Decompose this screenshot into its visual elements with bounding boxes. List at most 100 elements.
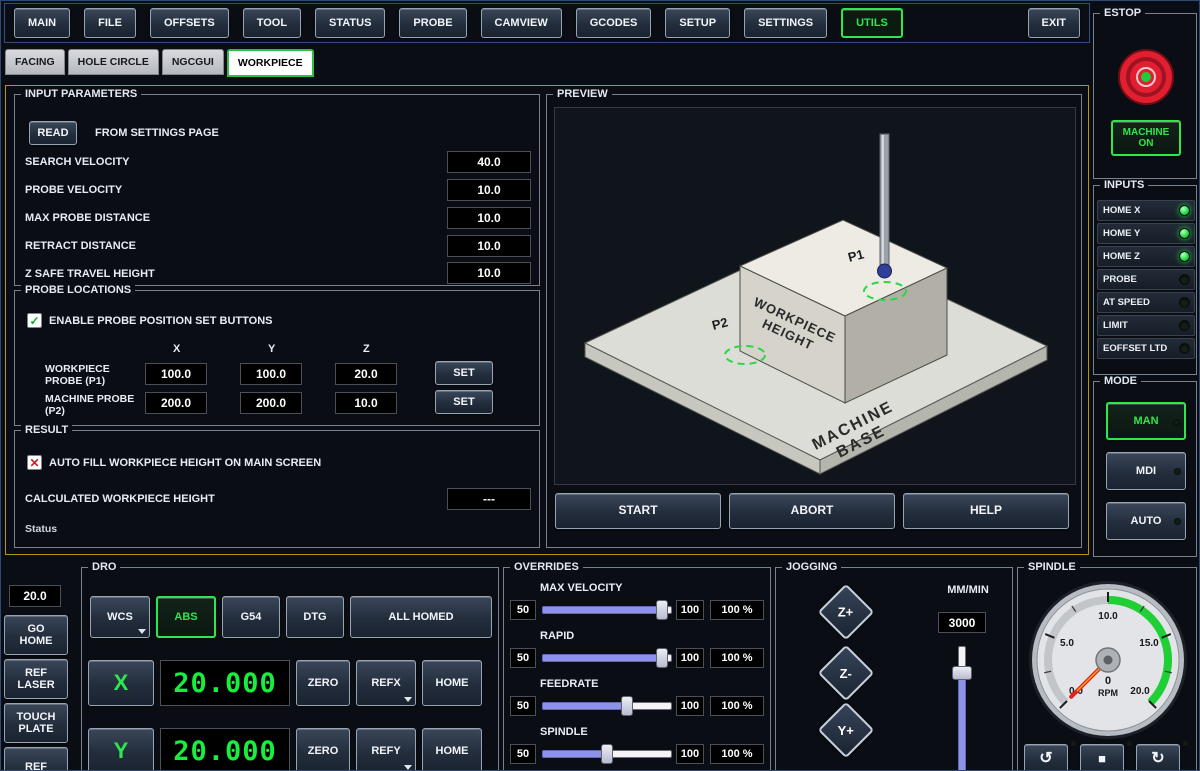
ref-y-button[interactable]: REFY xyxy=(356,728,416,771)
home-x-button[interactable]: HOME xyxy=(422,660,482,706)
rapid-readout: 100 % xyxy=(710,648,764,668)
ref-button[interactable]: REF xyxy=(4,747,68,771)
enable-set-buttons-checkbox[interactable]: ✓ xyxy=(27,313,42,328)
help-button[interactable]: HELP xyxy=(903,493,1069,529)
spindle-slider[interactable] xyxy=(542,744,672,764)
jog-z-minus-button[interactable]: Z- xyxy=(818,645,875,702)
ref-x-button[interactable]: REFX xyxy=(356,660,416,706)
slider-handle[interactable] xyxy=(601,744,613,764)
spindle-ccw-button[interactable]: ↺ xyxy=(1024,744,1068,771)
axis-x-button[interactable]: X xyxy=(88,660,154,706)
home-y-button[interactable]: HOME xyxy=(422,728,482,771)
input-label: EOFFSET LTD xyxy=(1103,343,1167,354)
nav-main[interactable]: MAIN xyxy=(14,8,70,38)
feedrate-max-button[interactable]: 100 xyxy=(676,696,704,716)
spindle-min-button[interactable]: 50 xyxy=(510,744,536,764)
nav-setup[interactable]: SETUP xyxy=(665,8,730,38)
nav-tool[interactable]: TOOL xyxy=(243,8,301,38)
jog-z-plus-button[interactable]: Z+ xyxy=(818,584,875,641)
exit-button[interactable]: EXIT xyxy=(1028,8,1080,38)
calculated-height-label: CALCULATED WORKPIECE HEIGHT xyxy=(25,493,215,506)
mode-mdi-button[interactable]: MDI xyxy=(1106,452,1186,490)
estop-button[interactable] xyxy=(1117,48,1175,106)
p2-x-field[interactable]: 200.0 xyxy=(145,392,207,414)
input-home-x: HOME X xyxy=(1097,200,1195,221)
abs-button[interactable]: ABS xyxy=(156,596,216,638)
ref-laser-button[interactable]: REF LASER xyxy=(4,659,68,699)
autofill-checkbox[interactable]: ✕ xyxy=(27,455,42,470)
nav-probe[interactable]: PROBE xyxy=(399,8,466,38)
nav-gcodes[interactable]: GCODES xyxy=(576,8,652,38)
p2-set-button[interactable]: SET xyxy=(435,390,493,414)
spindle-cw-button[interactable]: ↻ xyxy=(1136,744,1180,771)
jogging-group: JOGGING Z+ Z- Y+ MM/MIN 3000 xyxy=(775,567,1013,771)
x-dro-readout: 20.000 xyxy=(160,660,290,706)
p1-y-field[interactable]: 100.0 xyxy=(240,363,302,385)
zero-y-button[interactable]: ZERO xyxy=(296,728,350,771)
rapid-slider[interactable] xyxy=(542,648,672,668)
wcs-button[interactable]: WCS xyxy=(90,596,150,638)
nav-camview[interactable]: CAMVIEW xyxy=(481,8,562,38)
rapid-max-button[interactable]: 100 xyxy=(676,648,704,668)
max-velocity-min-button[interactable]: 50 xyxy=(510,600,536,620)
gauge-tick-20: 20.0 xyxy=(1130,686,1150,697)
result-group: RESULT ✕ AUTO FILL WORKPIECE HEIGHT ON M… xyxy=(14,430,540,548)
max-velocity-max-button[interactable]: 100 xyxy=(676,600,704,620)
man-led xyxy=(1173,419,1180,426)
p1-set-button[interactable]: SET xyxy=(435,361,493,385)
z-safe-travel-field[interactable]: 10.0 xyxy=(447,262,531,284)
home-x-led xyxy=(1179,205,1190,216)
dtg-button[interactable]: DTG xyxy=(286,596,344,638)
jog-y-plus-button[interactable]: Y+ xyxy=(818,702,875,759)
tab-facing[interactable]: FACING xyxy=(5,49,65,75)
slider-handle[interactable] xyxy=(656,648,668,668)
search-velocity-field[interactable]: 40.0 xyxy=(447,151,531,173)
tab-hole-circle[interactable]: HOLE CIRCLE xyxy=(68,49,159,75)
retract-distance-field[interactable]: 10.0 xyxy=(447,235,531,257)
tab-ngcgui[interactable]: NGCGUI xyxy=(162,49,224,75)
util-tabs: FACING HOLE CIRCLE NGCGUI WORKPIECE xyxy=(5,49,314,77)
max-probe-distance-field[interactable]: 10.0 xyxy=(447,207,531,229)
axis-y-button[interactable]: Y xyxy=(88,728,154,771)
touch-plate-button[interactable]: TOUCH PLATE xyxy=(4,703,68,743)
nav-utils[interactable]: UTILS xyxy=(841,8,903,38)
zero-x-button[interactable]: ZERO xyxy=(296,660,350,706)
nav-file[interactable]: FILE xyxy=(84,8,136,38)
feedrate-slider[interactable] xyxy=(542,696,672,716)
g54-button[interactable]: G54 xyxy=(222,596,280,638)
p2-y-field[interactable]: 200.0 xyxy=(240,392,302,414)
p1-z-field[interactable]: 20.0 xyxy=(335,363,397,385)
jog-rate-slider[interactable] xyxy=(952,646,972,771)
machine-on-button[interactable]: MACHINE ON xyxy=(1111,120,1181,156)
touchplate-height-field[interactable]: 20.0 xyxy=(9,585,61,607)
input-label: PROBE xyxy=(1103,274,1137,285)
feedrate-min-button[interactable]: 50 xyxy=(510,696,536,716)
abort-button[interactable]: ABORT xyxy=(729,493,895,529)
rapid-min-button[interactable]: 50 xyxy=(510,648,536,668)
go-home-button[interactable]: GO HOME xyxy=(4,615,68,655)
slider-handle[interactable] xyxy=(621,696,633,716)
input-label: LIMIT xyxy=(1103,320,1128,331)
nav-settings[interactable]: SETTINGS xyxy=(744,8,827,38)
slider-handle[interactable] xyxy=(952,666,972,680)
group-title: INPUT PARAMETERS xyxy=(21,88,141,101)
p1-x-field[interactable]: 100.0 xyxy=(145,363,207,385)
nav-offsets[interactable]: OFFSETS xyxy=(150,8,229,38)
preview-canvas: P1 P2 WORKPIECEHEIGHT MACHINEBASE xyxy=(554,107,1076,485)
spindle-stop-button[interactable]: ■ xyxy=(1080,744,1124,771)
mode-auto-button[interactable]: AUTO xyxy=(1106,502,1186,540)
all-homed-button[interactable]: ALL HOMED xyxy=(350,596,492,638)
mode-man-button[interactable]: MAN xyxy=(1106,402,1186,440)
estop-group: ESTOP MACHINE ON xyxy=(1093,13,1197,179)
input-probe: PROBE xyxy=(1097,269,1195,290)
spindle-max-button[interactable]: 100 xyxy=(676,744,704,764)
slider-handle[interactable] xyxy=(656,600,668,620)
max-velocity-slider[interactable] xyxy=(542,600,672,620)
start-button[interactable]: START xyxy=(555,493,721,529)
probe-velocity-field[interactable]: 10.0 xyxy=(447,179,531,201)
nav-status[interactable]: STATUS xyxy=(315,8,385,38)
tab-workpiece[interactable]: WORKPIECE xyxy=(227,49,314,77)
p2-z-field[interactable]: 10.0 xyxy=(335,392,397,414)
read-button[interactable]: READ xyxy=(29,121,77,145)
input-home-y: HOME Y xyxy=(1097,223,1195,244)
